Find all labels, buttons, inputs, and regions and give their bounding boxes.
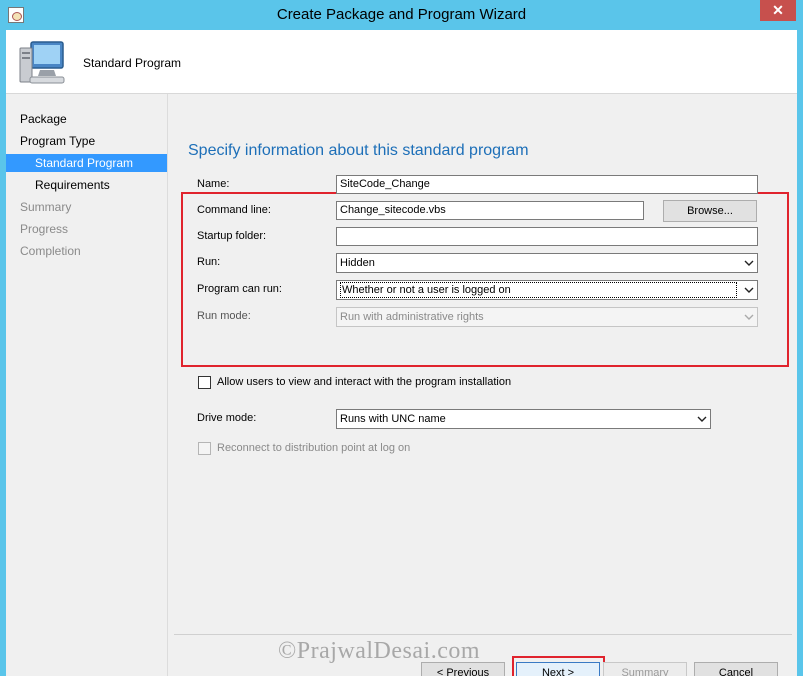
program-can-run-dropdown[interactable]: Whether or not a user is logged on xyxy=(336,280,758,300)
drive-mode-label: Drive mode: xyxy=(197,412,257,424)
drive-mode-dropdown[interactable]: Runs with UNC name xyxy=(336,409,711,429)
program-can-run-value: Whether or not a user is logged on xyxy=(340,282,737,298)
footer-separator xyxy=(174,634,792,635)
name-label: Name: xyxy=(197,178,230,190)
wizard-client-area: Standard Program Package Program Type St… xyxy=(6,30,797,676)
nav-step-progress: Progress xyxy=(20,222,69,236)
program-can-run-label: Program can run: xyxy=(197,283,282,295)
watermark-text: ©PrajwalDesai.com xyxy=(278,638,481,664)
run-dropdown[interactable]: Hidden xyxy=(336,253,758,273)
chevron-down-icon xyxy=(744,314,754,320)
close-button[interactable]: ✕ xyxy=(760,0,796,21)
wizard-step-nav: Package Program Type Standard Program Re… xyxy=(6,94,167,676)
next-highlight-box xyxy=(512,656,605,676)
startup-folder-label: Startup folder: xyxy=(197,230,267,242)
nav-step-package[interactable]: Package xyxy=(6,110,167,128)
chevron-down-icon xyxy=(744,287,754,293)
summary-button: Summary xyxy=(603,662,687,676)
nav-step-summary: Summary xyxy=(20,200,72,214)
window-title: Create Package and Program Wizard xyxy=(276,6,527,23)
browse-button[interactable]: Browse... xyxy=(663,200,757,222)
page-heading: Specify information about this standard … xyxy=(188,142,529,159)
chevron-down-icon xyxy=(744,260,754,266)
nav-step-program-type[interactable]: Program Type xyxy=(6,132,167,150)
run-mode-label: Run mode: xyxy=(197,310,251,322)
run-label: Run: xyxy=(197,256,221,268)
cancel-button[interactable]: Cancel xyxy=(694,662,778,676)
drive-mode-value: Runs with UNC name xyxy=(340,413,446,425)
computer-icon xyxy=(19,41,65,84)
run-dropdown-value: Hidden xyxy=(340,257,375,269)
nav-step-standard-program[interactable]: Standard Program xyxy=(6,154,167,172)
name-field[interactable]: SiteCode_Change xyxy=(336,175,758,194)
allow-interact-label[interactable]: Allow users to view and interact with th… xyxy=(217,376,511,388)
chevron-down-icon xyxy=(697,416,707,422)
command-line-field[interactable]: Change_sitecode.vbs xyxy=(336,201,644,220)
command-line-label: Command line: xyxy=(197,204,271,216)
run-mode-value: Run with administrative rights xyxy=(340,311,484,323)
header-title: Standard Program xyxy=(83,56,182,70)
reconnect-label: Reconnect to distribution point at log o… xyxy=(217,442,411,454)
allow-interact-checkbox[interactable] xyxy=(198,376,211,389)
nav-step-completion: Completion xyxy=(20,244,81,258)
wizard-content: Specify information about this standard … xyxy=(167,94,797,676)
wizard-header: Standard Program xyxy=(6,30,797,94)
startup-folder-field[interactable] xyxy=(336,227,758,246)
run-mode-dropdown: Run with administrative rights xyxy=(336,307,758,327)
title-bar: Create Package and Program Wizard ✕ xyxy=(0,0,803,30)
reconnect-checkbox xyxy=(198,442,211,455)
nav-step-requirements[interactable]: Requirements xyxy=(6,176,167,194)
